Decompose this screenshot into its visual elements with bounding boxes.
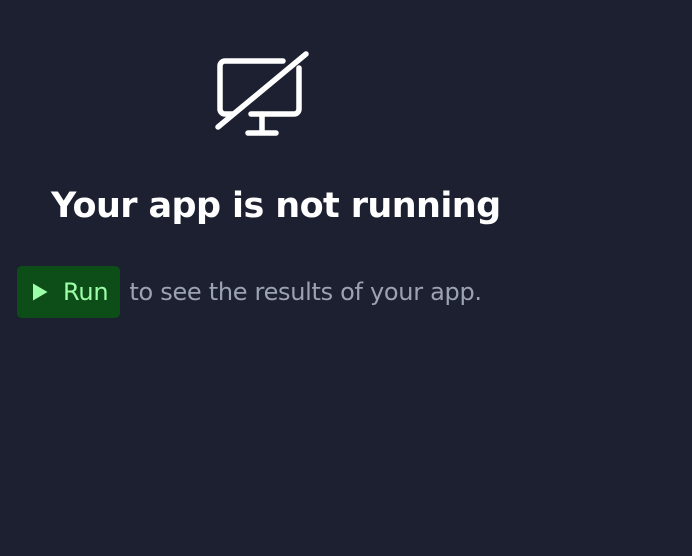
play-icon <box>33 283 48 301</box>
hint-text: to see the results of your app. <box>129 278 482 306</box>
monitor-off-icon <box>215 51 309 136</box>
app-preview-panel: Your app is not running Run to see the r… <box>0 0 692 556</box>
run-button-label: Run <box>63 278 109 306</box>
run-button[interactable]: Run <box>17 266 121 318</box>
page-title: Your app is not running <box>51 186 501 226</box>
run-hint: Run to see the results of your app. <box>17 266 482 318</box>
